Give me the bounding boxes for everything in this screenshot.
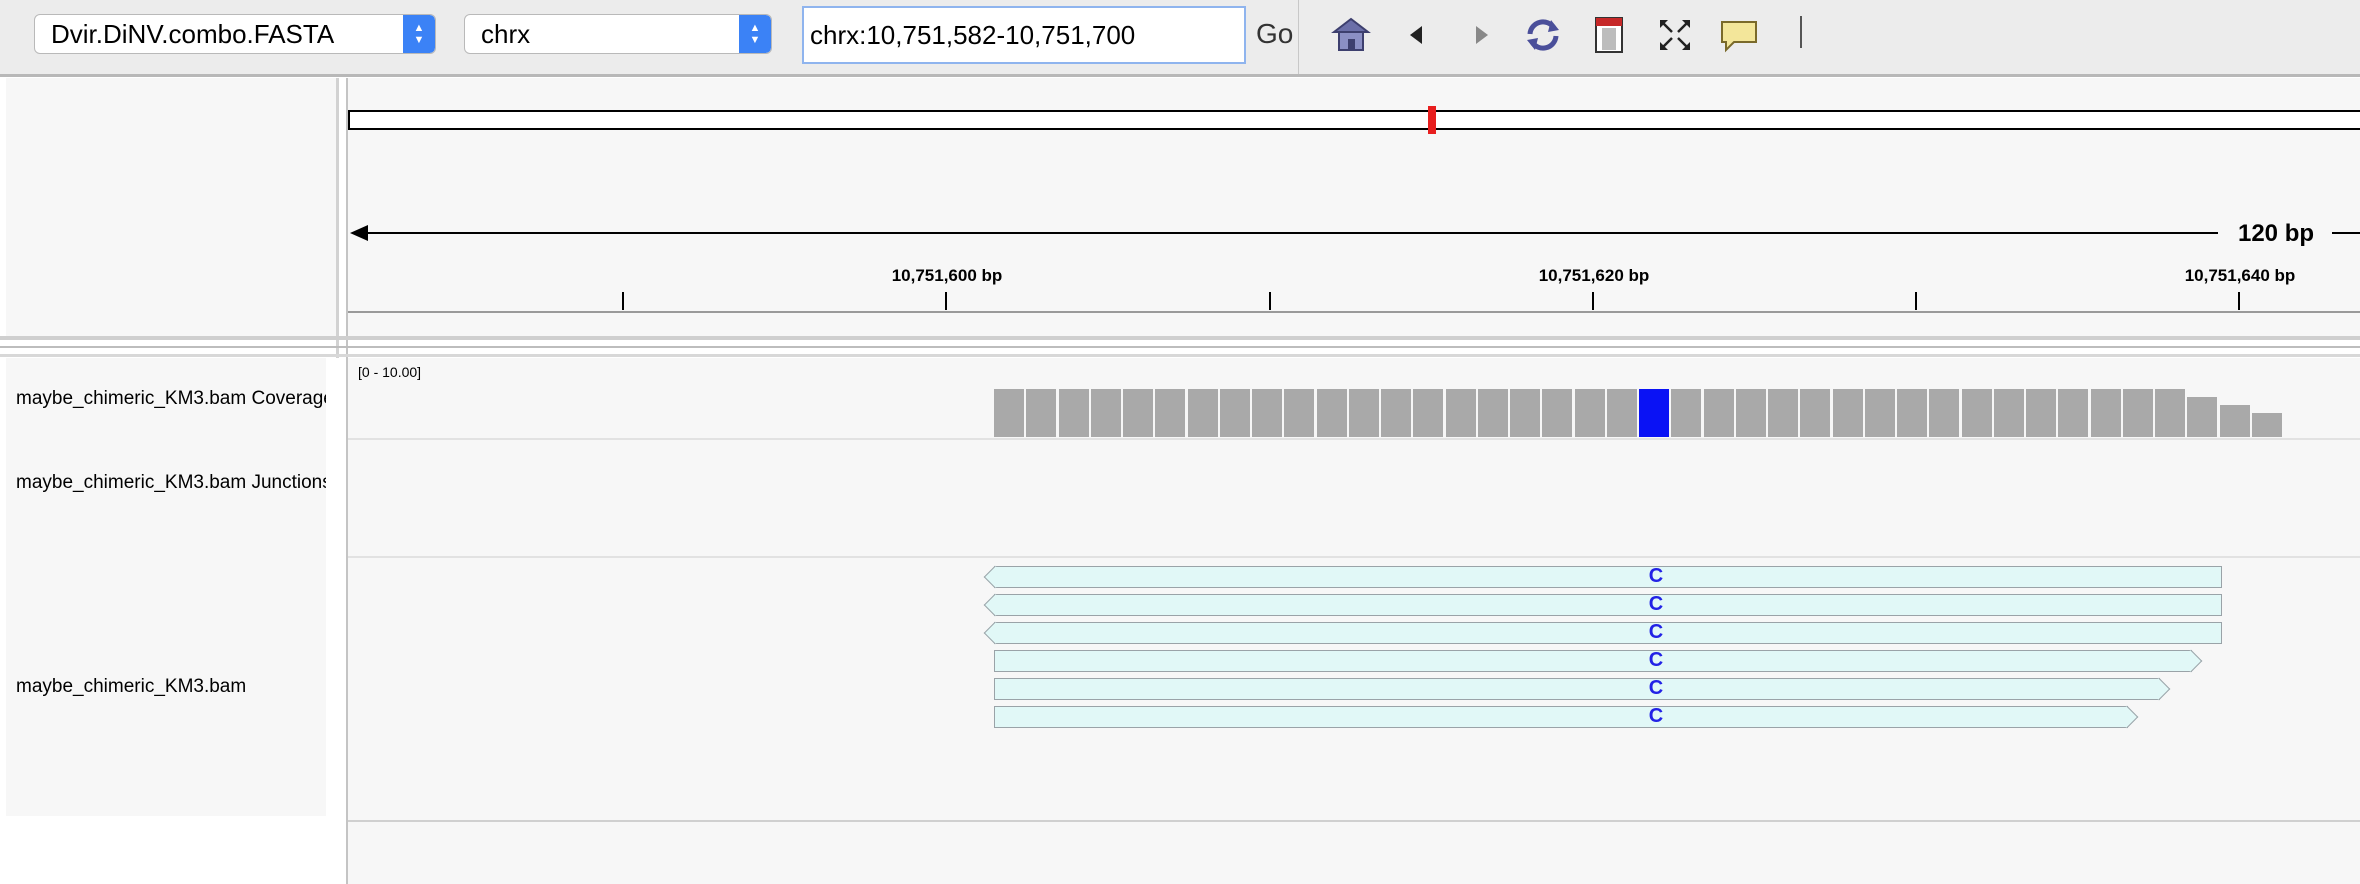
coverage-bar[interactable] (1606, 389, 1637, 437)
coverage-bar[interactable] (1929, 389, 1960, 437)
coverage-bar[interactable] (1477, 389, 1508, 437)
coverage-bar[interactable] (1252, 389, 1282, 437)
toolbar: Dvir.DiNV.combo.FASTA ▲▼ chrx ▲▼ Go (0, 0, 2360, 77)
coverage-bar[interactable] (1510, 389, 1540, 437)
go-button[interactable]: Go (1256, 18, 1293, 50)
coverage-bar[interactable] (2219, 405, 2250, 437)
coverage-bar[interactable] (1381, 389, 1411, 437)
coverage-bar[interactable] (1864, 389, 1895, 437)
coverage-bar[interactable] (1671, 389, 1702, 437)
chromosome-dropdown[interactable]: chrx ▲ ▼ (464, 14, 772, 54)
ruler-tick (622, 292, 624, 310)
ruler-tick (1269, 292, 1271, 310)
coverage-bar[interactable] (1768, 389, 1798, 437)
ruler-tick-label: 10,751,600 bp (891, 266, 1003, 285)
fit-to-window-icon[interactable] (1654, 14, 1696, 56)
back-arrow-icon[interactable] (1396, 14, 1438, 56)
ruler-tick (1592, 292, 1594, 310)
ruler-baseline (348, 311, 2360, 313)
track-divider (348, 438, 2360, 440)
alignment-read[interactable] (983, 565, 2222, 589)
coverage-bar[interactable] (1542, 389, 1573, 437)
ruler-span-line (358, 232, 2218, 234)
region-of-interest-icon[interactable] (1588, 14, 1630, 56)
resize-handle-icon[interactable] (1800, 16, 1802, 48)
read-mismatch-base: C (1648, 565, 1664, 587)
locus-search-input[interactable] (802, 6, 1246, 64)
coverage-bar[interactable] (1187, 389, 1218, 437)
track-divider (348, 820, 2360, 822)
coverage-bar[interactable] (1574, 389, 1605, 437)
genome-dropdown-value: Dvir.DiNV.combo.FASTA (51, 19, 335, 49)
coverage-bar[interactable] (1284, 389, 1315, 437)
name-panel-gap (336, 358, 339, 884)
coverage-bar[interactable] (1058, 389, 1089, 437)
panel-separator[interactable] (0, 336, 2360, 340)
popup-info-icon[interactable] (1718, 14, 1760, 56)
alignment-read[interactable] (983, 593, 2222, 617)
coverage-bar[interactable] (1445, 389, 1476, 437)
coverage-bar[interactable] (1832, 389, 1863, 437)
genome-dropdown[interactable]: Dvir.DiNV.combo.FASTA ▲ ▼ (34, 14, 436, 54)
panel-separator (0, 346, 2360, 348)
coverage-bar[interactable] (1961, 389, 1992, 437)
refresh-icon[interactable] (1522, 14, 1564, 56)
coverage-data-range: [0 - 10.00] (358, 364, 422, 380)
coverage-bar[interactable] (994, 389, 1024, 437)
coverage-bar[interactable] (1897, 389, 1927, 437)
panel-separator (0, 354, 2360, 357)
read-mismatch-base: C (1648, 705, 1664, 727)
ruler-span-label: 120 bp (2220, 220, 2332, 248)
alignment-read[interactable] (994, 649, 2203, 673)
alignment-read[interactable] (994, 677, 2171, 701)
data-panel-border (346, 358, 348, 884)
coverage-mismatch-bar[interactable] (1639, 389, 1669, 437)
coverage-bar[interactable] (2155, 389, 2185, 437)
coverage-bar[interactable] (1993, 389, 2024, 437)
alignment-read[interactable] (983, 621, 2222, 645)
chevron-updown-icon: ▲ ▼ (403, 15, 435, 53)
read-mismatch-base: C (1648, 649, 1664, 671)
coverage-bar[interactable] (2251, 413, 2282, 437)
coverage-bar[interactable] (1026, 389, 1057, 437)
ruler-tick (1915, 292, 1917, 310)
track-divider (348, 556, 2360, 558)
coverage-bar[interactable] (2090, 389, 2121, 437)
coverage-bar[interactable] (1155, 389, 1186, 437)
ideogram-current-region-marker (1428, 106, 1436, 134)
forward-arrow-icon[interactable] (1460, 14, 1502, 56)
coverage-bar[interactable] (2187, 397, 2218, 437)
coverage-bar[interactable] (2122, 389, 2153, 437)
coverage-bar[interactable] (1123, 389, 1153, 437)
home-icon[interactable] (1330, 14, 1372, 56)
coverage-bar[interactable] (1703, 389, 1734, 437)
chromosome-ideogram[interactable] (348, 110, 2360, 130)
read-mismatch-base: C (1648, 677, 1664, 699)
coverage-bar[interactable] (1090, 389, 1121, 437)
header-name-panel (6, 78, 336, 336)
coverage-bar[interactable] (1735, 389, 1766, 437)
ruler-span-line (2332, 232, 2360, 234)
read-mismatch-base: C (1648, 593, 1664, 615)
alignment-track-name[interactable]: maybe_chimeric_KM3.bam (16, 676, 326, 698)
coverage-bar[interactable] (1316, 389, 1347, 437)
chevron-updown-icon: ▲ ▼ (739, 15, 771, 53)
coverage-bar[interactable] (1413, 389, 1444, 437)
chromosome-dropdown-value: chrx (481, 19, 531, 49)
coverage-bar[interactable] (1348, 389, 1379, 437)
ruler-tick-label: 10,751,640 bp (2184, 266, 2296, 285)
coverage-bar[interactable] (1219, 389, 1250, 437)
ruler-tick (945, 292, 947, 310)
junction-track-name[interactable]: maybe_chimeric_KM3.bam Junctions (16, 472, 326, 494)
alignment-read[interactable] (994, 705, 2139, 729)
coverage-bar[interactable] (1800, 389, 1831, 437)
track-name-panel (6, 358, 326, 816)
toolbar-separator (1298, 0, 1299, 74)
read-mismatch-base: C (1648, 621, 1664, 643)
coverage-bar[interactable] (2058, 389, 2089, 437)
coverage-bar[interactable] (2026, 389, 2056, 437)
ruler-tick-label: 10,751,620 bp (1538, 266, 1650, 285)
coverage-track-name[interactable]: maybe_chimeric_KM3.bam Coverage (16, 388, 326, 410)
ruler-tick (2238, 292, 2240, 310)
